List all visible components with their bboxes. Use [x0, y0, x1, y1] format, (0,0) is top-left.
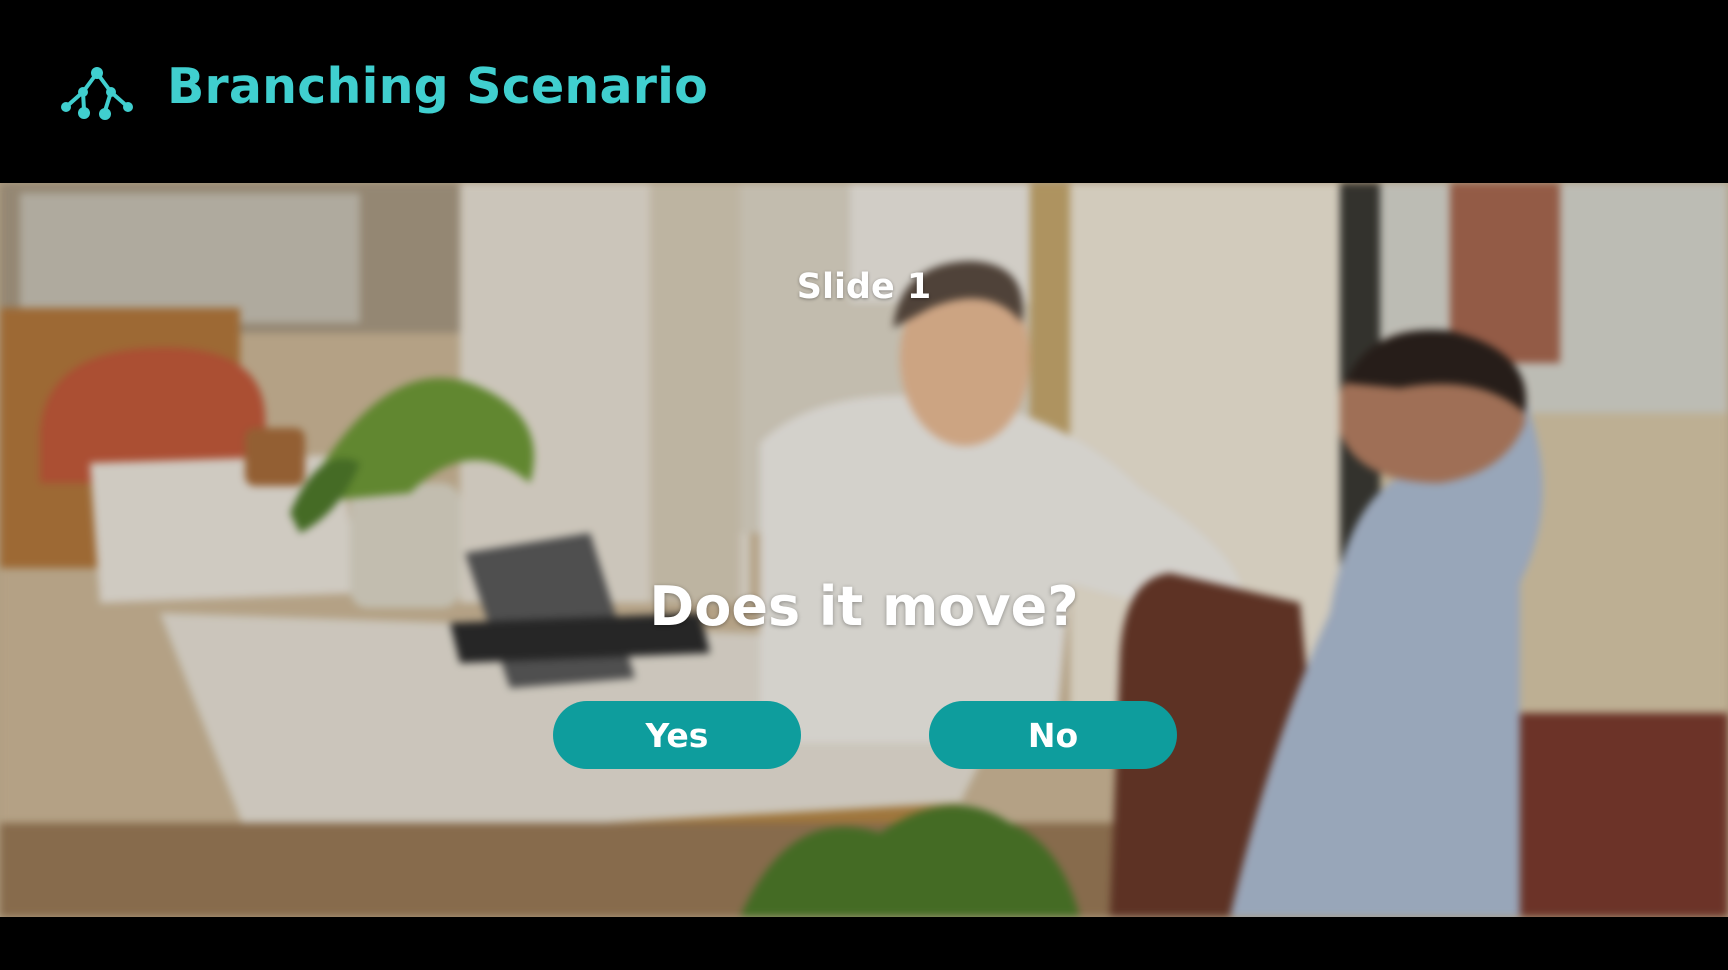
no-button[interactable]: No	[929, 701, 1177, 769]
question-text: Does it move?	[649, 575, 1079, 638]
footer-bar	[0, 917, 1728, 970]
branching-icon	[61, 67, 133, 120]
slide-label: Slide 1	[796, 267, 932, 307]
slide-stage: Slide 1 Does it move? Yes No	[0, 183, 1728, 917]
yes-button[interactable]: Yes	[553, 701, 801, 769]
branching-scenario-app: Branching Scenario Slide 1 Does it move?…	[0, 0, 1728, 970]
app-title: Branching Scenario	[167, 58, 708, 115]
header-bar: Branching Scenario	[0, 0, 1728, 183]
